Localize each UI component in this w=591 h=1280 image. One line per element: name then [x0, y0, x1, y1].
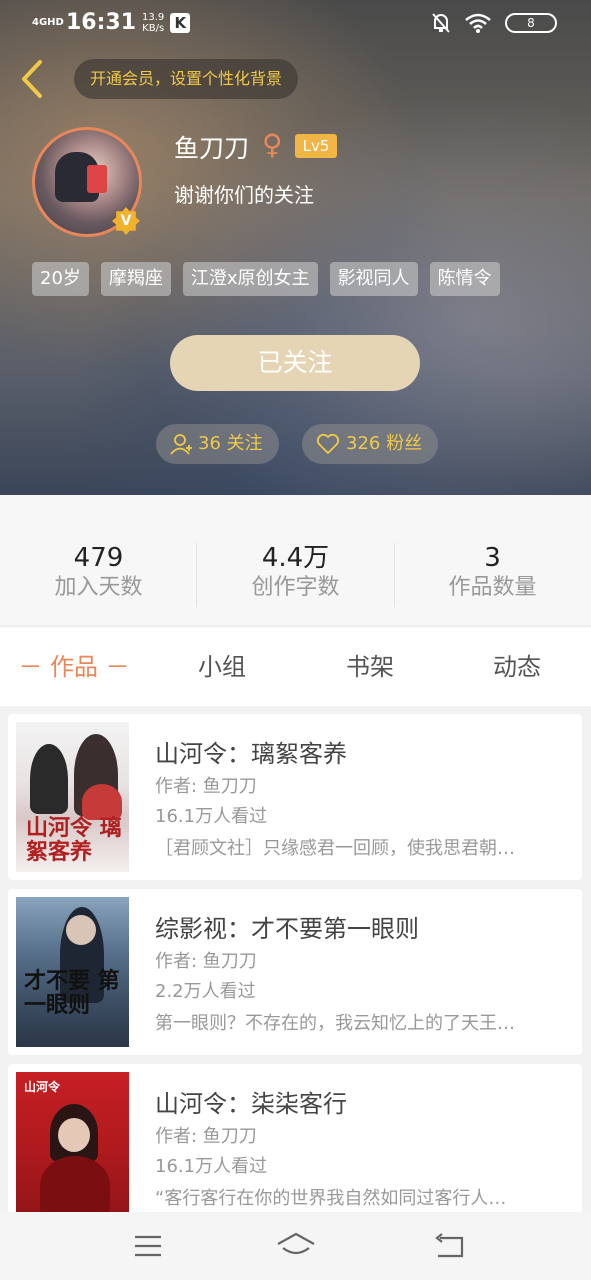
- vip-background-banner[interactable]: 开通会员，设置个性化背景: [74, 59, 299, 99]
- works-list: 山河令 璃絮客养 山河令：璃絮客养 作者: 鱼刀刀 16.1万人看过 ［君顾文社…: [0, 706, 591, 1212]
- book-description: “客行客行在你的世界我自然如同过客行人…: [155, 1188, 507, 1209]
- tab-activity[interactable]: 动态: [467, 627, 567, 707]
- stats-row: 479 加入天数 4.4万 创作字数 3 作品数量: [0, 495, 591, 625]
- username: 鱼刀刀: [174, 134, 250, 163]
- app-notification-icon: K: [170, 12, 191, 33]
- tab-groups[interactable]: 小组: [172, 627, 272, 707]
- book-title: 综影视：才不要第一眼则: [155, 915, 419, 943]
- tag-age: 20岁: [32, 262, 89, 296]
- back-icon[interactable]: [428, 1226, 472, 1266]
- menu-icon[interactable]: [126, 1226, 170, 1266]
- level-badge: Lv5: [295, 134, 337, 158]
- bell-off-icon: [432, 13, 450, 33]
- fans-count-button[interactable]: 326 粉丝: [302, 424, 439, 464]
- profile-header: 4GHD 16:31 13.9 KB/s K 8 开通会员，设置个性化背景 V …: [0, 0, 591, 495]
- tag-genre: 影视同人: [329, 262, 418, 296]
- book-title: 山河令：柒柒客行: [155, 1090, 347, 1118]
- user-icon: [170, 434, 192, 455]
- following-count-button[interactable]: 36 关注: [156, 424, 279, 464]
- book-cover: 山河令: [16, 1072, 129, 1212]
- status-bar: 4GHD 16:31 13.9 KB/s K 8: [0, 0, 591, 46]
- stat-works-count: 3 作品数量: [448, 543, 537, 600]
- tab-works[interactable]: － 作品 －: [14, 627, 134, 707]
- wifi-icon: [465, 13, 491, 33]
- back-arrow-icon[interactable]: [16, 58, 48, 100]
- book-card[interactable]: 才不要 第一眼则 综影视：才不要第一眼则 作者: 鱼刀刀 2.2万人看过 第一眼…: [8, 889, 582, 1055]
- signal-indicator: 4GHD: [32, 16, 64, 28]
- network-speed: 13.9 KB/s: [142, 11, 165, 34]
- profile-tabs: － 作品 － 小组 书架 动态: [0, 626, 591, 706]
- book-views: 16.1万人看过: [155, 806, 268, 827]
- cover-title-text: 才不要 第一眼则: [24, 968, 120, 1018]
- clock: 16:31: [66, 10, 137, 35]
- tag-zodiac: 摩羯座: [100, 262, 171, 296]
- following-button[interactable]: 已关注: [170, 335, 420, 391]
- fans-count-label: 326 粉丝: [346, 433, 423, 454]
- book-cover: 山河令 璃絮客养: [16, 722, 129, 872]
- book-title: 山河令：璃絮客养: [155, 740, 347, 768]
- tab-bookshelf[interactable]: 书架: [320, 627, 420, 707]
- system-nav-bar: [0, 1212, 591, 1280]
- stat-join-days: 479 加入天数: [54, 543, 143, 600]
- battery-indicator: 8: [505, 13, 557, 33]
- book-description: ［君顾文社］只缘感君一回顾，使我思君朝…: [155, 838, 515, 859]
- profile-tags: 20岁 摩羯座 江澄x原创女主 影视同人 陈情令: [32, 262, 500, 296]
- user-bio: 谢谢你们的关注: [174, 183, 314, 207]
- book-author: 作者: 鱼刀刀: [155, 1126, 257, 1147]
- book-card[interactable]: 山河令 山河令：柒柒客行 作者: 鱼刀刀 16.1万人看过 “客行客行在你的世界…: [8, 1064, 582, 1212]
- cover-title-text: 山河令 璃絮客养: [26, 815, 122, 865]
- book-author: 作者: 鱼刀刀: [155, 951, 257, 972]
- tag-fandom: 陈情令: [429, 262, 500, 296]
- heart-icon: [316, 433, 340, 454]
- book-card[interactable]: 山河令 璃絮客养 山河令：璃絮客养 作者: 鱼刀刀 16.1万人看过 ［君顾文社…: [8, 714, 582, 880]
- tag-pairing: 江澄x原创女主: [182, 262, 318, 296]
- book-views: 2.2万人看过: [155, 981, 256, 1002]
- book-description: 第一眼则？不存在的，我云知忆上的了天王…: [155, 1013, 515, 1034]
- cover-title-text: 山河令: [24, 1080, 61, 1094]
- stat-word-count: 4.4万 创作字数: [251, 543, 340, 600]
- following-count-label: 36 关注: [198, 433, 263, 454]
- book-cover: 才不要 第一眼则: [16, 897, 129, 1047]
- book-views: 16.1万人看过: [155, 1156, 268, 1177]
- female-gender-icon: ♀: [262, 128, 283, 161]
- home-icon[interactable]: [274, 1226, 318, 1266]
- book-author: 作者: 鱼刀刀: [155, 776, 257, 797]
